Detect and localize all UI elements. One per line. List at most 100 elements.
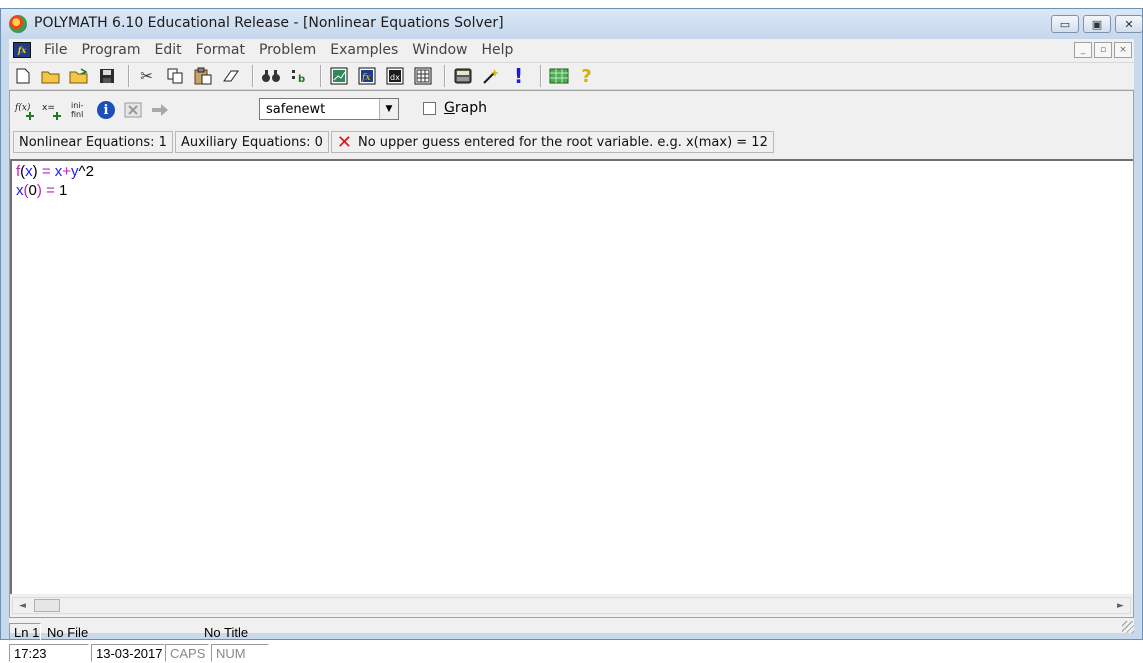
- graph-label-rest: raph: [454, 100, 487, 116]
- chevron-down-icon[interactable]: ▼: [379, 99, 398, 119]
- svg-text:fx: fx: [361, 73, 370, 83]
- svg-text:x=: x=: [42, 103, 55, 113]
- resize-grip-icon[interactable]: [1122, 621, 1134, 633]
- exclamation-icon[interactable]: !: [507, 64, 530, 88]
- new-file-icon[interactable]: [11, 65, 34, 87]
- arrow-right-disabled-icon[interactable]: [149, 99, 171, 121]
- svg-text:f(x): f(x): [14, 102, 31, 113]
- menu-examples[interactable]: Examples: [323, 42, 405, 58]
- menu-file[interactable]: File: [37, 42, 74, 58]
- horizontal-scrollbar[interactable]: ◄ ►: [12, 597, 1131, 614]
- mdi-close-button[interactable]: ×: [1114, 42, 1132, 58]
- solver-select-value: safenewt: [266, 102, 326, 117]
- svg-text:finl: finl: [71, 110, 83, 119]
- menu-help[interactable]: Help: [474, 42, 520, 58]
- window-title: POLYMATH 6.10 Educational Release - [Non…: [34, 15, 504, 31]
- menu-program[interactable]: Program: [74, 42, 147, 58]
- equation-panel: f(x) x= ini-finl i safenewt ▼ Graph Nonl…: [9, 90, 1134, 618]
- chart-window-icon[interactable]: [327, 65, 350, 87]
- copy-icon[interactable]: [163, 65, 186, 87]
- delete-disabled-icon[interactable]: [122, 99, 144, 121]
- save-disk-icon[interactable]: [95, 65, 118, 87]
- main-toolbar: ✂ b fx dx ! ?: [9, 62, 1134, 90]
- svg-text:ini-: ini-: [71, 101, 84, 110]
- mdi-buttons: _ ▫ ×: [1074, 42, 1132, 58]
- menu-problem[interactable]: Problem: [252, 42, 323, 58]
- minimize-button[interactable]: ▭: [1051, 15, 1079, 33]
- menu-window[interactable]: Window: [405, 42, 474, 58]
- time-display: 17:23: [9, 644, 89, 662]
- paste-icon[interactable]: [191, 65, 214, 87]
- add-function-icon[interactable]: f(x): [14, 99, 36, 121]
- graph-checkbox[interactable]: [423, 102, 436, 115]
- scroll-left-icon[interactable]: ◄: [14, 598, 31, 613]
- menu-bar: fx File Program Edit Format Problem Exam…: [9, 39, 1134, 61]
- panel-toolbar: f(x) x= ini-finl i: [14, 97, 176, 123]
- date-display: 13-03-2017: [91, 644, 165, 662]
- auxiliary-count: Auxiliary Equations: 0: [174, 131, 329, 153]
- grid-icon[interactable]: [547, 65, 570, 87]
- file-name: No File: [47, 624, 89, 640]
- line-number: Ln 1: [9, 623, 41, 641]
- mdi-minimize-button[interactable]: _: [1074, 42, 1092, 58]
- dx-window-icon[interactable]: dx: [383, 65, 406, 87]
- svg-text:dx: dx: [390, 73, 400, 82]
- operator: +: [62, 163, 72, 180]
- mdi-restore-button[interactable]: ▫: [1094, 42, 1112, 58]
- scrollbar-thumb[interactable]: [34, 599, 60, 612]
- number: 1: [58, 182, 68, 199]
- num-indicator: NUM: [211, 644, 269, 662]
- status-row-document: Ln 1 No File No Title: [9, 622, 254, 642]
- eraser-icon[interactable]: [219, 65, 242, 87]
- fx-window-icon[interactable]: fx: [355, 65, 378, 87]
- client-area: fx File Program Edit Format Problem Exam…: [9, 39, 1134, 662]
- open-folder-alt-icon[interactable]: [67, 65, 90, 87]
- number: 0: [28, 182, 37, 199]
- menu-format[interactable]: Format: [189, 42, 252, 58]
- menu-edit[interactable]: Edit: [148, 42, 189, 58]
- toolbar-separator: [320, 65, 322, 87]
- maximize-button[interactable]: ▣: [1083, 15, 1111, 33]
- ini-fini-icon[interactable]: ini-finl: [68, 99, 90, 121]
- replace-icon[interactable]: b: [287, 65, 310, 87]
- document-title: No Title: [204, 624, 249, 640]
- scroll-right-icon[interactable]: ►: [1112, 598, 1129, 613]
- app-window: POLYMATH 6.10 Educational Release - [Non…: [0, 8, 1143, 662]
- equals: =: [41, 182, 59, 199]
- graph-accelerator: G: [444, 100, 455, 116]
- equation-info-bar: Nonlinear Equations: 1 Auxiliary Equatio…: [13, 131, 776, 153]
- graph-checkbox-label[interactable]: Graph: [444, 100, 487, 116]
- equals: =: [37, 163, 55, 180]
- equation-editor[interactable]: f(x) = x+y^2 x(0) = 1: [10, 159, 1133, 594]
- toolbar-separator: [540, 65, 542, 87]
- add-equation-icon[interactable]: x=: [41, 99, 63, 121]
- status-row-system: 17:23 13-03-2017 CAPS NUM: [9, 643, 271, 663]
- svg-text:b: b: [298, 74, 305, 84]
- find-binoculars-icon[interactable]: [259, 65, 282, 87]
- error-message: ✕ No upper guess entered for the root va…: [330, 131, 774, 153]
- editor-line-2: x(0) = 1: [16, 182, 67, 199]
- editor-line-1: f(x) = x+y^2: [16, 163, 94, 180]
- error-x-icon: ✕: [336, 131, 352, 153]
- info-glyph: i: [97, 101, 115, 119]
- title-bar[interactable]: POLYMATH 6.10 Educational Release - [Non…: [1, 9, 1143, 39]
- nonlinear-count: Nonlinear Equations: 1: [13, 131, 173, 153]
- document-fx-icon[interactable]: fx: [13, 42, 31, 58]
- solver-select[interactable]: safenewt ▼: [259, 98, 399, 120]
- toolbar-separator: [128, 65, 130, 87]
- variable: x: [16, 182, 24, 199]
- close-button[interactable]: ✕: [1115, 15, 1143, 33]
- table-window-icon[interactable]: [411, 65, 434, 87]
- variable: y: [71, 163, 79, 180]
- exponent: ^2: [78, 163, 94, 180]
- toolbar-separator: [444, 65, 446, 87]
- magic-wand-icon[interactable]: [479, 65, 502, 87]
- open-folder-icon[interactable]: [39, 65, 62, 87]
- help-question-icon[interactable]: ?: [575, 65, 598, 87]
- polymath-logo-icon[interactable]: [9, 15, 27, 33]
- calculator-icon[interactable]: [451, 65, 474, 87]
- toolbar-separator: [252, 65, 254, 87]
- cut-scissors-icon[interactable]: ✂: [135, 65, 158, 87]
- error-message-text: No upper guess entered for the root vari…: [357, 134, 768, 150]
- info-icon[interactable]: i: [95, 99, 117, 121]
